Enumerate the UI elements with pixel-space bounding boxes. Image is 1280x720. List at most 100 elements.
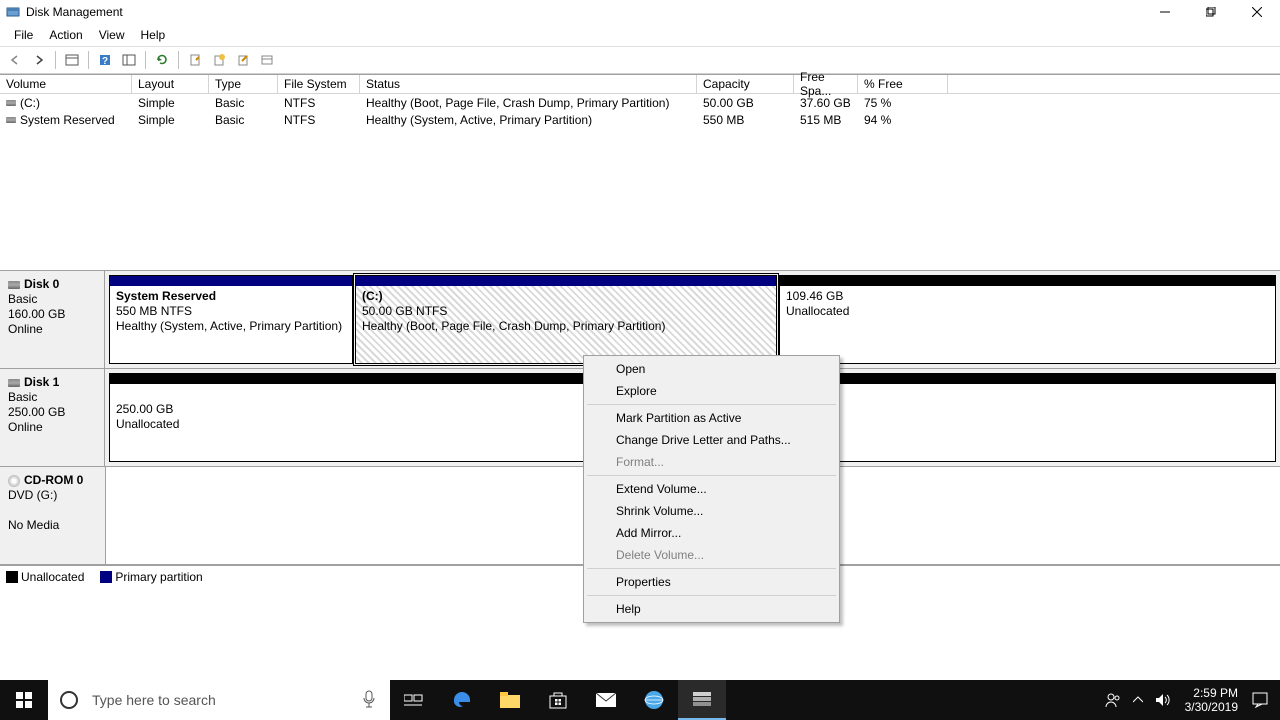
system-tray: 2:59 PM 3/30/2019: [1099, 680, 1280, 720]
cm-open[interactable]: Open: [586, 358, 837, 380]
col-capacity[interactable]: Capacity: [697, 75, 794, 94]
menu-help[interactable]: Help: [133, 26, 174, 44]
cdrom-state: No Media: [8, 518, 97, 533]
partition-status: Healthy (System, Active, Primary Partiti…: [116, 319, 346, 334]
vol-status: Healthy (Boot, Page File, Crash Dump, Pr…: [360, 94, 697, 111]
volume-list: Volume Layout Type File System Status Ca…: [0, 74, 1280, 270]
menu-file[interactable]: File: [6, 26, 41, 44]
col-filesystem[interactable]: File System: [278, 75, 360, 94]
people-icon[interactable]: [1099, 680, 1127, 720]
vol-free: 37.60 GB: [794, 94, 858, 111]
delete-icon[interactable]: [256, 49, 278, 71]
cm-properties[interactable]: Properties: [586, 571, 837, 593]
cdrom-icon: [8, 475, 20, 487]
mic-icon[interactable]: [362, 690, 390, 711]
back-icon[interactable]: [4, 49, 26, 71]
col-type[interactable]: Type: [209, 75, 278, 94]
partition-status: Unallocated: [786, 304, 1269, 319]
forward-icon[interactable]: [28, 49, 50, 71]
col-status[interactable]: Status: [360, 75, 697, 94]
legend-primary: Primary partition: [115, 570, 202, 584]
mail-icon[interactable]: [582, 680, 630, 720]
partition-size: 50.00 GB NTFS: [362, 304, 770, 319]
volume-icon: [6, 117, 16, 123]
menu-action[interactable]: Action: [41, 26, 90, 44]
edge-icon[interactable]: [438, 680, 486, 720]
disk-name: Disk 0: [24, 277, 59, 292]
cm-mark-active[interactable]: Mark Partition as Active: [586, 407, 837, 429]
disk-name: Disk 1: [24, 375, 59, 390]
vol-type: Basic: [209, 94, 278, 111]
col-volume[interactable]: Volume: [0, 75, 132, 94]
legend-primary-swatch: [100, 571, 112, 583]
maximize-button[interactable]: [1188, 0, 1234, 24]
window-title: Disk Management: [26, 5, 123, 19]
browser-icon[interactable]: [630, 680, 678, 720]
clock-time: 2:59 PM: [1185, 686, 1238, 700]
help-icon[interactable]: ?: [94, 49, 116, 71]
partition-size: 109.46 GB: [786, 289, 1269, 304]
vol-layout: Simple: [132, 111, 209, 128]
svg-text:?: ?: [102, 56, 108, 67]
partition-bar: [780, 276, 1275, 286]
col-pctfree[interactable]: % Free: [858, 75, 948, 94]
disk-info-0[interactable]: Disk 0 Basic 160.00 GB Online: [0, 271, 105, 368]
task-view-icon[interactable]: [390, 680, 438, 720]
refresh-icon[interactable]: [151, 49, 173, 71]
volume-icon[interactable]: [1149, 680, 1177, 720]
explorer-icon[interactable]: [486, 680, 534, 720]
start-button[interactable]: [0, 680, 48, 720]
search-box[interactable]: Type here to search: [48, 680, 390, 720]
menu-view[interactable]: View: [91, 26, 133, 44]
partition-bar: [110, 276, 352, 286]
vol-free: 515 MB: [794, 111, 858, 128]
col-spacer: [948, 75, 1280, 94]
disk-mgmt-icon[interactable]: [678, 680, 726, 720]
properties-icon[interactable]: [184, 49, 206, 71]
partition-title: (C:): [362, 289, 770, 304]
app-icon: [6, 5, 20, 19]
volume-body: (C:) Simple Basic NTFS Healthy (Boot, Pa…: [0, 94, 1280, 270]
list-icon[interactable]: [118, 49, 140, 71]
menubar: File Action View Help: [0, 24, 1280, 46]
partition-system-reserved[interactable]: System Reserved 550 MB NTFS Healthy (Sys…: [109, 275, 353, 364]
volume-row[interactable]: (C:) Simple Basic NTFS Healthy (Boot, Pa…: [0, 94, 1280, 111]
close-button[interactable]: [1234, 0, 1280, 24]
show-hide-icon[interactable]: [61, 49, 83, 71]
cm-delete: Delete Volume...: [586, 544, 837, 566]
cm-extend[interactable]: Extend Volume...: [586, 478, 837, 500]
cdrom-drive: DVD (G:): [8, 488, 97, 503]
col-freespace[interactable]: Free Spa...: [794, 75, 858, 94]
partition-unallocated-0[interactable]: 109.46 GB Unallocated: [779, 275, 1276, 364]
vol-type: Basic: [209, 111, 278, 128]
disk-state: Online: [8, 322, 96, 337]
disk-size: 250.00 GB: [8, 405, 96, 420]
edit-icon[interactable]: [232, 49, 254, 71]
vol-capacity: 50.00 GB: [697, 94, 794, 111]
toolbar: ?: [0, 46, 1280, 74]
disk-info-1[interactable]: Disk 1 Basic 250.00 GB Online: [0, 369, 105, 466]
clock-date: 3/30/2019: [1185, 700, 1238, 714]
cm-explore[interactable]: Explore: [586, 380, 837, 402]
partition-c[interactable]: (C:) 50.00 GB NTFS Healthy (Boot, Page F…: [355, 275, 777, 364]
volume-header: Volume Layout Type File System Status Ca…: [0, 75, 1280, 94]
vol-name: (C:): [20, 96, 40, 110]
minimize-button[interactable]: [1142, 0, 1188, 24]
cm-help[interactable]: Help: [586, 598, 837, 620]
disk-state: Online: [8, 420, 96, 435]
legend-unallocated: Unallocated: [21, 570, 84, 584]
notifications-icon[interactable]: [1246, 680, 1274, 720]
cm-mirror[interactable]: Add Mirror...: [586, 522, 837, 544]
disk-info-cdrom[interactable]: CD-ROM 0 DVD (G:) No Media: [0, 467, 105, 564]
tray-up-icon[interactable]: [1127, 680, 1149, 720]
cm-shrink[interactable]: Shrink Volume...: [586, 500, 837, 522]
new-icon[interactable]: [208, 49, 230, 71]
volume-row[interactable]: System Reserved Simple Basic NTFS Health…: [0, 111, 1280, 128]
cm-change-letter[interactable]: Change Drive Letter and Paths...: [586, 429, 837, 451]
store-icon[interactable]: [534, 680, 582, 720]
vol-fs: NTFS: [278, 111, 360, 128]
titlebar: Disk Management: [0, 0, 1280, 24]
clock[interactable]: 2:59 PM 3/30/2019: [1177, 686, 1246, 714]
col-layout[interactable]: Layout: [132, 75, 209, 94]
vol-capacity: 550 MB: [697, 111, 794, 128]
